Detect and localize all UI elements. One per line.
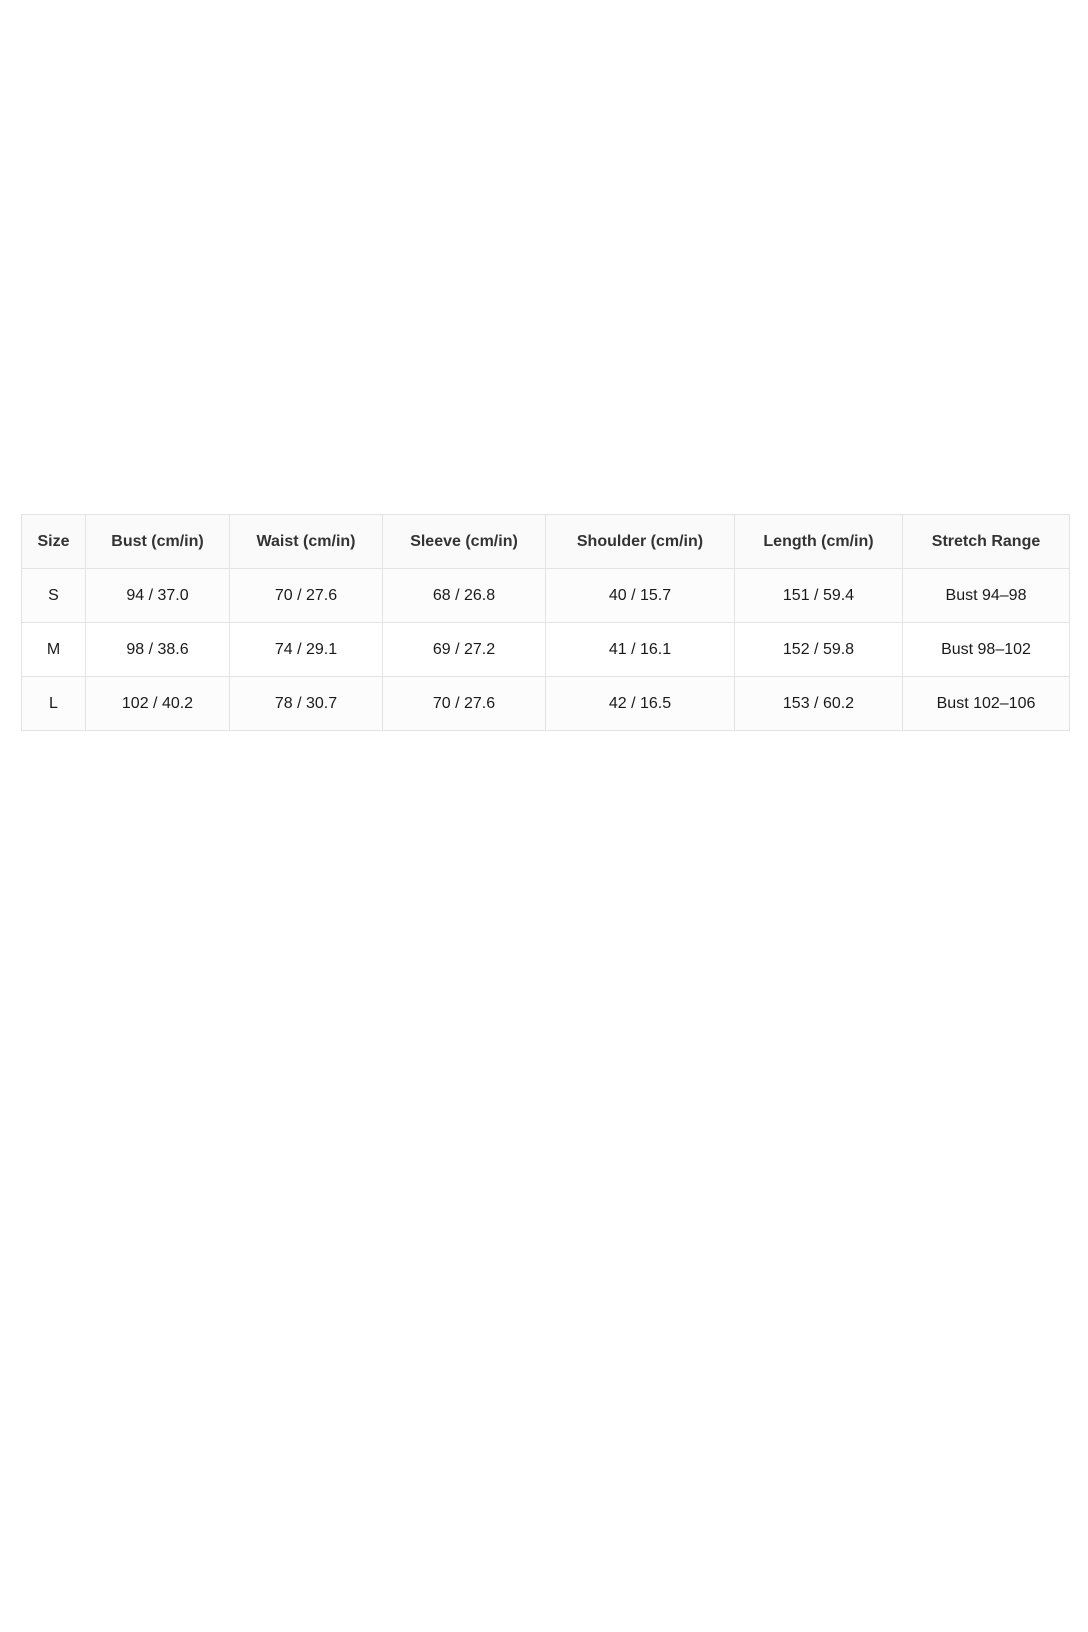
cell-bust: 98 / 38.6 <box>85 622 230 677</box>
cell-waist: 70 / 27.6 <box>229 568 383 623</box>
table-row: M 98 / 38.6 74 / 29.1 69 / 27.2 41 / 16.… <box>21 622 1070 677</box>
cell-bust: 94 / 37.0 <box>85 568 230 623</box>
column-header-bust: Bust (cm/in) <box>85 514 230 569</box>
column-header-size: Size <box>21 514 86 569</box>
column-header-stretch-range: Stretch Range <box>902 514 1070 569</box>
cell-sleeve: 68 / 26.8 <box>382 568 546 623</box>
cell-stretch-range: Bust 94–98 <box>902 568 1070 623</box>
cell-size: M <box>21 622 86 677</box>
cell-stretch-range: Bust 98–102 <box>902 622 1070 677</box>
column-header-shoulder: Shoulder (cm/in) <box>545 514 735 569</box>
table-header-row: Size Bust (cm/in) Waist (cm/in) Sleeve (… <box>21 514 1070 569</box>
cell-waist: 78 / 30.7 <box>229 676 383 731</box>
cell-length: 152 / 59.8 <box>734 622 903 677</box>
cell-size: S <box>21 568 86 623</box>
cell-bust: 102 / 40.2 <box>85 676 230 731</box>
cell-shoulder: 42 / 16.5 <box>545 676 735 731</box>
cell-length: 153 / 60.2 <box>734 676 903 731</box>
column-header-waist: Waist (cm/in) <box>229 514 383 569</box>
cell-waist: 74 / 29.1 <box>229 622 383 677</box>
size-chart-table: Size Bust (cm/in) Waist (cm/in) Sleeve (… <box>21 514 1070 731</box>
column-header-length: Length (cm/in) <box>734 514 903 569</box>
cell-length: 151 / 59.4 <box>734 568 903 623</box>
column-header-sleeve: Sleeve (cm/in) <box>382 514 546 569</box>
cell-stretch-range: Bust 102–106 <box>902 676 1070 731</box>
table-row: S 94 / 37.0 70 / 27.6 68 / 26.8 40 / 15.… <box>21 568 1070 623</box>
cell-shoulder: 41 / 16.1 <box>545 622 735 677</box>
cell-sleeve: 69 / 27.2 <box>382 622 546 677</box>
cell-shoulder: 40 / 15.7 <box>545 568 735 623</box>
table-row: L 102 / 40.2 78 / 30.7 70 / 27.6 42 / 16… <box>21 676 1070 731</box>
cell-size: L <box>21 676 86 731</box>
cell-sleeve: 70 / 27.6 <box>382 676 546 731</box>
